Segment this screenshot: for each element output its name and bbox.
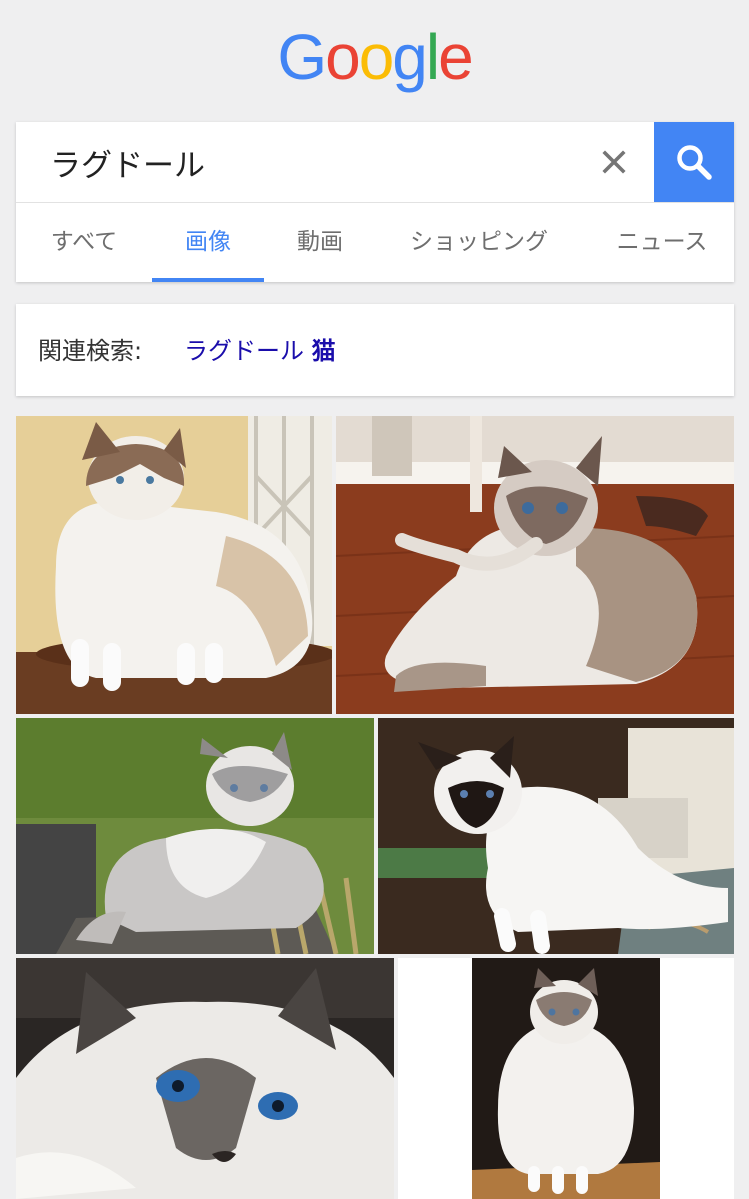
close-icon	[602, 150, 626, 174]
related-search-card: 関連検索: ラグドール 猫	[16, 304, 734, 396]
related-link-bold: 猫	[311, 337, 336, 365]
search-button[interactable]	[654, 122, 734, 202]
logo-letter: o	[358, 21, 395, 93]
related-search-link[interactable]: ラグドール 猫	[184, 304, 336, 398]
search-card: すべて 画像 動画 ショッピング ニュース	[16, 122, 734, 282]
related-link-text: ラグドール	[184, 337, 304, 365]
tab-images[interactable]: 画像	[152, 203, 264, 282]
related-search-label: 関連検索:	[38, 337, 143, 365]
cat-photo	[398, 958, 734, 1199]
image-result-1[interactable]	[16, 416, 332, 714]
cat-photo	[16, 416, 332, 714]
cat-photo	[336, 416, 734, 714]
search-tabs: すべて 画像 動画 ショッピング ニュース	[16, 203, 734, 282]
tab-shopping[interactable]: ショッピング	[386, 203, 572, 282]
tab-videos[interactable]: 動画	[264, 203, 376, 282]
logo-letter: o	[325, 21, 361, 93]
image-result-2[interactable]	[336, 416, 734, 714]
cat-photo	[378, 718, 734, 954]
active-tab-indicator	[152, 278, 264, 282]
image-result-3[interactable]	[16, 718, 374, 954]
image-result-6[interactable]	[398, 958, 734, 1199]
cat-photo	[16, 958, 394, 1199]
search-input[interactable]	[16, 122, 654, 202]
cat-photo	[16, 718, 374, 954]
logo-letter: G	[277, 21, 327, 93]
tab-news[interactable]: ニュース	[596, 203, 728, 282]
search-icon	[677, 145, 712, 180]
tab-all[interactable]: すべて	[16, 203, 152, 282]
clear-button[interactable]	[592, 142, 636, 182]
logo-letter: g	[392, 21, 428, 93]
logo-letter: e	[438, 21, 474, 93]
image-result-5[interactable]	[16, 958, 394, 1199]
image-result-4[interactable]	[378, 718, 734, 954]
logo-letter: l	[425, 21, 440, 93]
google-logo: Google	[0, 22, 749, 92]
